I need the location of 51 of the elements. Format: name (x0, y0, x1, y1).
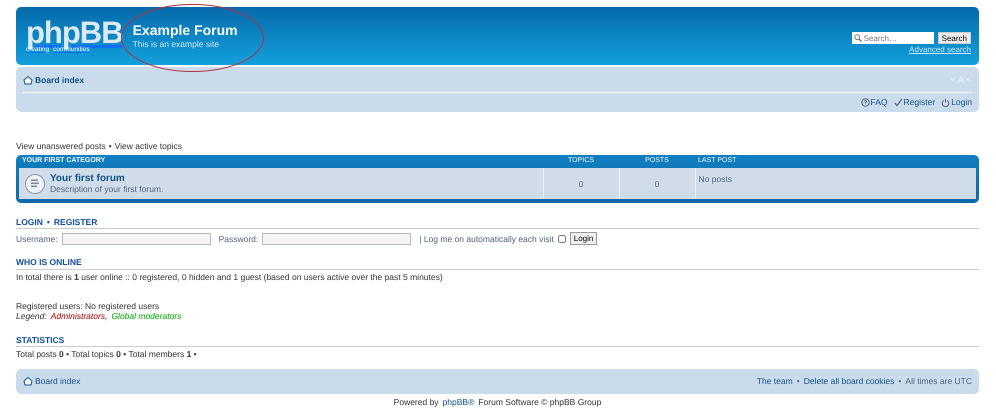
checkmark-icon (894, 98, 903, 107)
home-icon (23, 75, 33, 85)
separator: • (796, 376, 800, 386)
online-summary: In total there is 1 user online :: 0 registered, 0 hidden and 1 guest (based on users active over the past 5 minutes) (16, 272, 444, 282)
nav-link[interactable]: Register (894, 97, 936, 108)
separator: • (898, 376, 902, 386)
posts-count: 0 (654, 178, 660, 189)
footer-link[interactable]: Delete all board cookies (804, 376, 894, 386)
remember-label: | Log me on automatically each visit (419, 234, 554, 244)
font-size-icon[interactable] (950, 76, 972, 84)
registered-users: Registered users: No registered users (16, 300, 160, 311)
last-post: No posts (698, 174, 732, 184)
phpbb-link[interactable]: phpBB® (442, 396, 474, 407)
power-icon (941, 98, 950, 107)
password-label: Password: (218, 234, 258, 244)
quick-link[interactable]: View unanswered posts (16, 141, 106, 152)
powered-by-text: Powered by (394, 396, 439, 407)
breadcrumb-link[interactable]: Board index (23, 74, 84, 86)
password-field[interactable] (262, 232, 412, 245)
site-description: This is an example site (132, 38, 220, 49)
home-icon (23, 376, 33, 386)
topics-count: 0 (578, 178, 584, 189)
forum-description: Description of your first forum. (50, 184, 164, 194)
legend-label: Legend: (16, 310, 47, 322)
nav-link[interactable]: FAQ (860, 97, 888, 108)
section-heading: STATISTICS (16, 335, 64, 346)
breadcrumb-link[interactable]: Board index (23, 376, 80, 386)
help-icon (860, 98, 870, 107)
quick-link[interactable]: View active topics (114, 141, 182, 152)
login-button[interactable]: Login (570, 232, 598, 246)
section-heading: WHO IS ONLINE (16, 257, 82, 268)
remember-checkbox[interactable] (558, 234, 566, 243)
section-heading-link[interactable]: LOGIN (16, 217, 43, 228)
site-title: Example Forum (132, 23, 238, 39)
footer-link[interactable]: The team (756, 376, 793, 386)
search-field[interactable]: Search… (852, 32, 934, 44)
nav-link[interactable]: Login (941, 97, 972, 108)
forum-link[interactable]: Your first forum (50, 173, 164, 184)
statistics-text: Total posts 0 • Total topics 0 • Total members 1 • (16, 349, 198, 360)
legend-group-link[interactable]: Global moderators (111, 310, 182, 322)
separator: • (46, 217, 50, 228)
powered-by-text: Forum Software © phpBB Group (478, 396, 602, 407)
separator: • (108, 141, 112, 152)
search-button[interactable]: Search (938, 32, 971, 44)
forum-icon (24, 172, 46, 195)
section-heading-link[interactable]: REGISTER (54, 217, 98, 228)
separator: , (105, 310, 108, 322)
username-field[interactable] (62, 232, 211, 245)
timezone-text: All times are UTC (905, 376, 972, 386)
legend-group-link[interactable]: Administrators (50, 310, 106, 322)
username-label: Username: (16, 234, 58, 244)
